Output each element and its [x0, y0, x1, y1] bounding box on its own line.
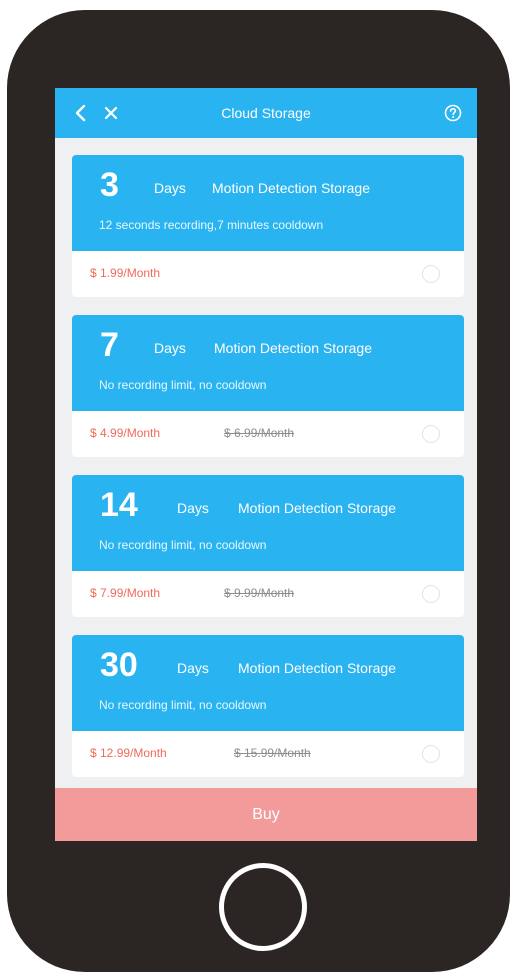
chevron-left-icon: [75, 104, 86, 121]
plan-days-number: 7: [100, 326, 119, 364]
plan-price: $ 1.99/Month: [90, 266, 161, 280]
plan-price: $ 7.99/Month: [90, 586, 161, 600]
plan-header: 7 Days Motion Detection Storage No recor…: [72, 315, 464, 411]
plan-days-number: 14: [100, 486, 138, 524]
plan-card-3-days[interactable]: 3 Days Motion Detection Storage 12 secon…: [72, 155, 464, 297]
close-icon: [104, 106, 118, 119]
plan-select-radio[interactable]: [422, 265, 440, 283]
plan-original-price: $ 6.99/Month: [224, 426, 295, 440]
buy-button[interactable]: Buy: [55, 788, 477, 841]
plan-select-radio[interactable]: [422, 745, 440, 763]
back-button[interactable]: [69, 88, 93, 138]
plan-header: 3 Days Motion Detection Storage 12 secon…: [72, 155, 464, 251]
plan-description: 12 seconds recording,7 minutes cooldown: [99, 218, 324, 232]
home-button[interactable]: [219, 863, 307, 951]
plan-original-price: $ 15.99/Month: [234, 746, 311, 760]
close-button[interactable]: [99, 88, 123, 138]
plan-description: No recording limit, no cooldown: [99, 538, 267, 552]
plan-storage-type: Motion Detection Storage: [238, 660, 396, 676]
plan-select-radio[interactable]: [422, 425, 440, 443]
plan-days-label: Days: [154, 340, 186, 356]
plan-price: $ 4.99/Month: [90, 426, 161, 440]
plan-days-label: Days: [177, 660, 209, 676]
app-screen: Cloud Storage 3 Days Motion Detection St…: [55, 88, 477, 841]
plan-card-7-days[interactable]: 7 Days Motion Detection Storage No recor…: [72, 315, 464, 457]
plan-original-price: $ 9.99/Month: [224, 586, 295, 600]
plan-price: $ 12.99/Month: [90, 746, 167, 760]
plan-card-14-days[interactable]: 14 Days Motion Detection Storage No reco…: [72, 475, 464, 617]
help-button[interactable]: [439, 88, 467, 138]
help-circle-icon: [444, 104, 462, 122]
plan-select-radio[interactable]: [422, 585, 440, 603]
plan-header: 14 Days Motion Detection Storage No reco…: [72, 475, 464, 571]
plan-card-30-days[interactable]: 30 Days Motion Detection Storage No reco…: [72, 635, 464, 777]
top-bar: Cloud Storage: [55, 88, 477, 138]
plan-days-label: Days: [177, 500, 209, 516]
plan-storage-type: Motion Detection Storage: [214, 340, 372, 356]
plan-days-number: 3: [100, 166, 119, 204]
plan-description: No recording limit, no cooldown: [99, 378, 267, 392]
plan-storage-type: Motion Detection Storage: [212, 180, 370, 196]
plan-header: 30 Days Motion Detection Storage No reco…: [72, 635, 464, 731]
plan-days-label: Days: [154, 180, 186, 196]
plan-description: No recording limit, no cooldown: [99, 698, 267, 712]
plan-storage-type: Motion Detection Storage: [238, 500, 396, 516]
plan-days-number: 30: [100, 646, 138, 684]
